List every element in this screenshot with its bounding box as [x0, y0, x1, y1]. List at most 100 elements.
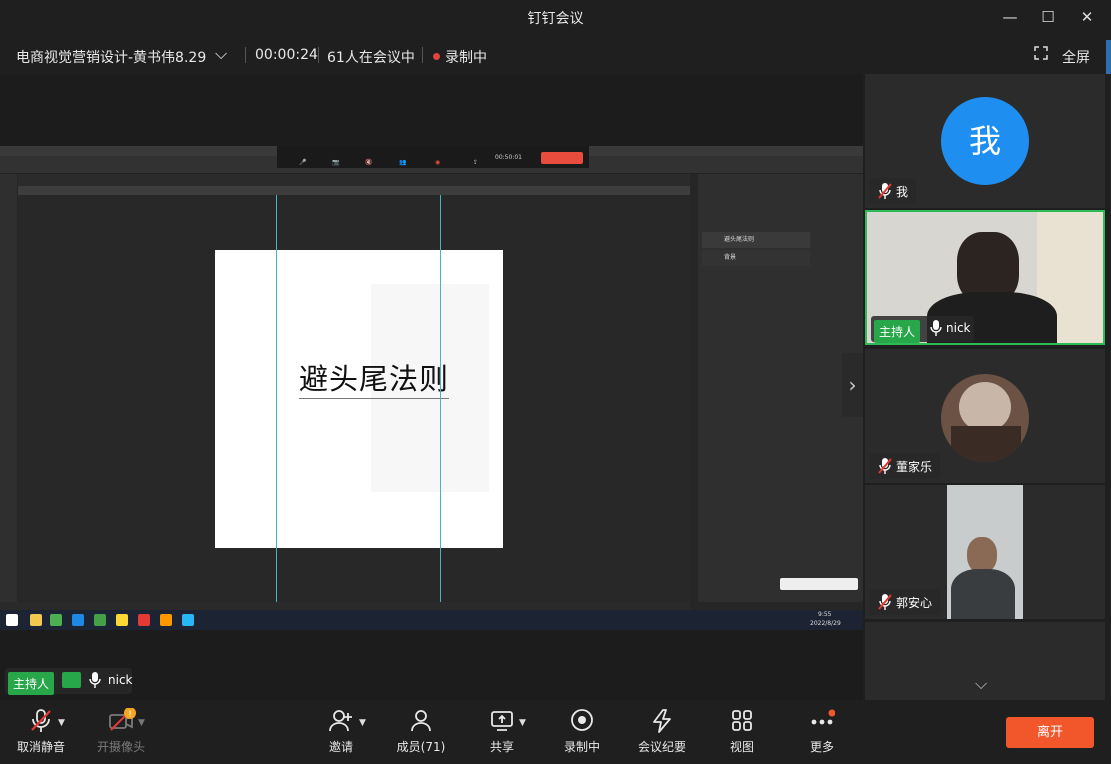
fullscreen-icon[interactable] — [1034, 46, 1048, 64]
camera-icon: 📷 — [332, 159, 340, 166]
camera-label: 开摄像头 — [96, 740, 145, 754]
taskbar-app-icon — [94, 614, 106, 626]
participant-name: 郭安心 — [896, 596, 933, 610]
layer-text: 避头尾法则 — [702, 232, 810, 248]
taskbar-app-icon — [72, 614, 84, 626]
camera-off-icon: ! — [109, 708, 136, 731]
share-label: 共享 — [489, 740, 514, 754]
participant-tile-nick[interactable]: 主持人 nick — [865, 210, 1105, 345]
participant-tile-me[interactable]: 我 我 — [865, 74, 1105, 208]
person-head — [967, 537, 997, 573]
taskbar-date: 2022/8/29 — [810, 620, 841, 627]
view-label: 视图 — [729, 740, 754, 754]
members-button[interactable]: 成员(71) — [386, 708, 456, 755]
svg-text:!: ! — [128, 710, 132, 720]
participant-tile-guoanxin[interactable]: 郭安心 — [865, 485, 1105, 619]
close-button[interactable]: ✕ — [1074, 6, 1100, 28]
unmute-button[interactable]: 取消静音 — [6, 708, 76, 755]
host-badge: 主持人 — [8, 672, 55, 695]
ps-guide-line — [276, 195, 277, 603]
record-icon — [571, 709, 593, 731]
mute-icon: 🎤 — [299, 159, 307, 166]
maximize-button[interactable]: ☐ — [1035, 6, 1061, 28]
title-bar: 钉钉会议 — ☐ ✕ — [0, 0, 1111, 36]
participant-tile-more: ⌵ — [865, 622, 1105, 700]
leave-button[interactable]: 离开 — [1006, 717, 1094, 748]
add-user-icon — [329, 710, 352, 732]
participant-nameplate: 主持人 nick — [871, 316, 974, 343]
members-icon — [411, 710, 431, 732]
taskbar-app-icon — [160, 614, 172, 626]
recording-status: 录制中 — [433, 47, 487, 67]
caret-down-icon[interactable]: ▼ — [58, 718, 65, 728]
taskbar-time: 9:55 — [818, 611, 832, 618]
chevron-down-icon[interactable]: ⌵ — [215, 44, 227, 64]
end-share-button — [541, 152, 583, 164]
recording-button[interactable]: 录制中 — [547, 708, 617, 755]
ps-toolbar — [0, 174, 17, 602]
unmute-label: 取消静音 — [16, 740, 65, 754]
mic-icon — [930, 319, 942, 340]
mute-all-icon: 🔇 — [365, 159, 373, 166]
more-button[interactable]: 更多 — [787, 708, 857, 755]
participant-name: 董家乐 — [896, 460, 933, 474]
ime-toolbar — [780, 578, 858, 590]
minimize-button[interactable]: — — [997, 6, 1023, 28]
view-button[interactable]: 视图 — [707, 708, 777, 755]
share-control-bar: 🎤 📷 🔇 👥 ◉ ⇪ 00:50:01 — [277, 146, 589, 168]
members-icon: 👥 — [399, 159, 407, 166]
avatar: 我 — [941, 97, 1029, 185]
taskbar-app-icon — [30, 614, 42, 626]
recording-label: 录制中 — [445, 50, 487, 66]
caret-down-icon[interactable]: ▼ — [138, 718, 145, 728]
record-dot-icon — [433, 53, 440, 60]
camera-button[interactable]: ! 开摄像头 — [86, 708, 156, 755]
elapsed-time: 00:00:24 — [255, 47, 318, 63]
share-button[interactable]: 共享 — [467, 708, 537, 755]
more-label: 更多 — [809, 740, 834, 754]
muted-mic-icon — [877, 457, 893, 478]
invite-label: 邀请 — [328, 740, 353, 754]
divider — [318, 47, 319, 63]
ps-doc-tabs — [18, 174, 690, 186]
windows-icon — [6, 614, 18, 626]
participant-tile-dongjiale[interactable]: 董家乐 — [865, 349, 1105, 483]
divider — [422, 47, 423, 63]
taskbar-app-icon — [116, 614, 128, 626]
participant-nameplate: 我 — [869, 178, 916, 204]
meeting-name[interactable]: 电商视觉营销设计-黄书伟8.29 — [16, 47, 206, 67]
participant-sidebar: 我 我 主持人 nick 董家乐 郭安心 ⌵ — [865, 74, 1111, 700]
ps-status-bar — [0, 602, 690, 610]
person-body — [951, 569, 1015, 619]
participant-nameplate: 郭安心 — [869, 589, 940, 615]
fullscreen-button[interactable]: 全屏 — [1062, 47, 1090, 67]
caret-down-icon[interactable]: ▼ — [519, 718, 526, 728]
share-timer: 00:50:01 — [495, 154, 522, 161]
caret-down-icon[interactable]: ▼ — [359, 718, 366, 728]
ps-canvas: 避头尾法则 — [18, 195, 690, 601]
invite-button[interactable]: 邀请 — [306, 708, 376, 755]
video-feed — [947, 485, 1023, 619]
screen-share-icon — [62, 672, 81, 688]
avatar — [941, 374, 1029, 462]
bottom-toolbar: 取消静音 ▼ ! 开摄像头 ▼ 邀请 ▼ 成员(71) 共享 ▼ 录制中 会议纪… — [0, 700, 1111, 764]
record-icon: ◉ — [435, 159, 441, 166]
chevron-down-icon[interactable]: ⌵ — [975, 674, 987, 694]
meeting-info-bar: 电商视觉营销设计-黄书伟8.29 ⌵ 00:00:24 61人在会议中 录制中 … — [0, 36, 1111, 74]
share-screen-icon — [491, 711, 513, 731]
main-nameplate: 主持人 nick — [5, 668, 133, 695]
minutes-button[interactable]: 会议纪要 — [627, 708, 697, 755]
muted-mic-icon — [31, 709, 51, 732]
attendee-count[interactable]: 61人在会议中 — [327, 47, 415, 67]
ps-guide-line — [440, 195, 441, 603]
screen-share: 🎤 📷 🔇 👥 ◉ ⇪ 00:50:01 避头尾法则 避头尾法则 背景 9:55… — [0, 146, 863, 630]
taskbar-app-icon — [138, 614, 150, 626]
avatar-shoulders — [951, 426, 1021, 462]
windows-taskbar: 9:55 2022/8/29 — [0, 610, 863, 630]
share-icon: ⇪ — [473, 159, 479, 166]
recording-label: 录制中 — [563, 740, 600, 754]
taskbar-app-icon — [50, 614, 62, 626]
minutes-label: 会议纪要 — [637, 740, 686, 754]
chevron-right-icon[interactable]: › — [842, 353, 863, 417]
muted-mic-icon — [877, 593, 893, 614]
